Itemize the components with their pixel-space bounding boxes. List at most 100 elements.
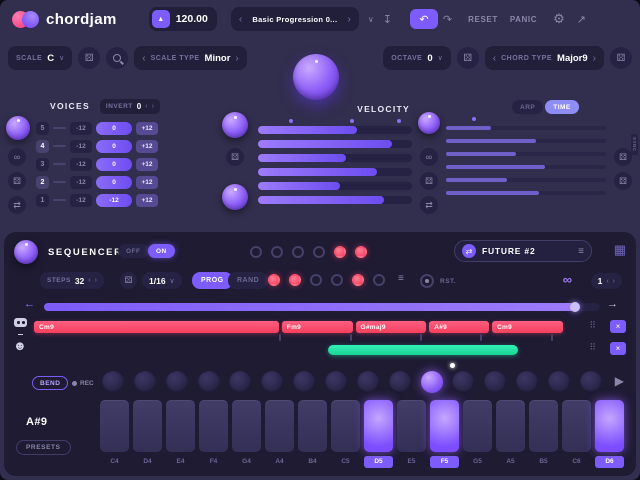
panic-button[interactable]: PANIC <box>510 15 537 24</box>
dice-icon[interactable]: ⚄ <box>8 172 26 190</box>
steps-prev-button[interactable]: ‹ <box>88 277 90 284</box>
invert-stepper[interactable]: INVERT 0 ‹ › <box>99 98 160 114</box>
voice-1-plus-button[interactable]: +12 <box>136 193 158 207</box>
key-A5[interactable] <box>496 400 525 452</box>
key-D6[interactable] <box>595 400 624 452</box>
presets-button[interactable]: PRESETS <box>16 440 71 455</box>
steps-stepper[interactable]: STEPS 32 ‹ › <box>40 272 104 289</box>
step-dot-bottom-3[interactable] <box>310 274 322 286</box>
velocity-slider-3[interactable] <box>258 154 412 162</box>
voice-1-transpose-slider[interactable]: -12 <box>96 193 132 207</box>
time-slider-4[interactable] <box>446 165 606 169</box>
key-C6[interactable] <box>562 400 591 452</box>
voice-1-minus-button[interactable]: -12 <box>70 193 92 207</box>
pad-10[interactable] <box>388 371 411 393</box>
pitch-lane-clear-button[interactable]: × <box>610 342 626 355</box>
scale-dice-icon[interactable]: ⚄ <box>78 47 101 69</box>
redo-button[interactable]: ↷ <box>443 13 452 26</box>
grid-view-icon[interactable]: ▦ <box>614 242 626 258</box>
pad-2[interactable] <box>133 371 156 393</box>
settings-gear-icon[interactable]: ⚙ <box>553 11 565 27</box>
step-dot-bottom-6[interactable] <box>373 274 385 286</box>
search-icon[interactable] <box>106 47 129 69</box>
pad-12[interactable] <box>452 371 475 393</box>
pad-14[interactable] <box>516 371 539 393</box>
step-dot-bottom-2[interactable] <box>289 274 301 286</box>
voice-5-mini-fader[interactable] <box>53 127 66 129</box>
pad-9[interactable] <box>356 371 379 393</box>
key-E4[interactable] <box>166 400 195 452</box>
scale-type-prev-button[interactable]: ‹ <box>142 53 145 64</box>
time-slider-2[interactable] <box>446 139 606 143</box>
pitch-lane-drag-handle[interactable]: ⠿ <box>589 342 596 353</box>
pitch-bar[interactable] <box>327 345 519 355</box>
step-dot-top-4[interactable] <box>313 246 325 258</box>
chord-lane-drag-handle[interactable]: ⠿ <box>589 320 596 331</box>
loop-icon[interactable]: ∞ <box>420 148 438 166</box>
loop-icon[interactable]: ∞ <box>8 148 26 166</box>
velocity-slider-1[interactable] <box>258 126 412 134</box>
velocity-slider-2[interactable] <box>258 140 412 148</box>
pad-1[interactable] <box>102 371 124 393</box>
velocity-dot-1[interactable] <box>288 119 293 123</box>
face-icon[interactable]: ☻ <box>13 338 27 353</box>
voice-2-minus-button[interactable]: -12 <box>70 175 92 189</box>
sequencer-preset[interactable]: ⇄ FUTURE #2 ≡ <box>454 240 592 262</box>
step-dot-top-2[interactable] <box>271 246 283 258</box>
rand-mode-button[interactable]: RAND <box>228 272 269 289</box>
time-button[interactable]: TIME <box>545 100 579 114</box>
left-rail-knob[interactable] <box>6 116 30 140</box>
sequencer-knob[interactable] <box>14 240 38 264</box>
pad-3[interactable] <box>165 371 188 393</box>
seek-back-icon[interactable]: ← <box>24 298 35 310</box>
swap-icon[interactable]: ⇄ <box>8 196 26 214</box>
pitch-lane[interactable] <box>34 345 578 355</box>
voice-3-plus-button[interactable]: +12 <box>136 157 158 171</box>
velocity-slider-5[interactable] <box>258 182 412 190</box>
pad-8[interactable] <box>325 371 348 393</box>
preset-menu-chevron-icon[interactable]: ∨ <box>368 15 374 24</box>
voice-5-minus-button[interactable]: -12 <box>70 121 92 135</box>
dice-icon[interactable]: ⚄ <box>420 172 438 190</box>
key-E5[interactable] <box>397 400 426 452</box>
invert-prev-button[interactable]: ‹ <box>145 103 147 110</box>
repeat-prev-button[interactable]: ‹ <box>606 278 608 285</box>
repeat-next-button[interactable]: › <box>613 278 615 285</box>
velocity-slider-6[interactable] <box>258 196 412 204</box>
scale-type-next-button[interactable]: › <box>235 53 238 64</box>
key-C5[interactable] <box>331 400 360 452</box>
voice-1-mini-fader[interactable] <box>53 199 66 201</box>
velocity-dice-icon[interactable]: ⚄ <box>226 148 244 166</box>
voice-2-plus-button[interactable]: +12 <box>136 175 158 189</box>
key-D4[interactable] <box>133 400 162 452</box>
velocity-dot-2[interactable] <box>350 119 355 123</box>
voice-4-plus-button[interactable]: +12 <box>136 139 158 153</box>
dice-icon[interactable]: ⚄ <box>614 148 632 166</box>
scale-type-selector[interactable]: ‹ SCALE TYPE Minor › <box>134 46 247 70</box>
pad-7[interactable] <box>293 371 316 393</box>
menu-icon[interactable]: ≡ <box>578 246 584 257</box>
preset-next-button[interactable]: › <box>348 14 351 25</box>
swap-icon[interactable]: ⇄ <box>420 196 438 214</box>
key-B5[interactable] <box>529 400 558 452</box>
rate-dropdown[interactable]: 1/16 ∨ <box>142 272 182 289</box>
voice-4-toggle[interactable]: 4 <box>36 139 49 153</box>
key-F5[interactable] <box>430 400 459 452</box>
velocity-slider-4[interactable] <box>258 168 412 176</box>
time-slider-3[interactable] <box>446 152 606 156</box>
voice-3-minus-button[interactable]: -12 <box>70 157 92 171</box>
repeat-stepper[interactable]: 1 ‹ › <box>590 273 622 289</box>
voice-3-toggle[interactable]: 3 <box>36 157 49 171</box>
step-dot-top-5[interactable] <box>334 246 346 258</box>
step-dot-top-1[interactable] <box>250 246 262 258</box>
invert-next-button[interactable]: › <box>152 103 154 110</box>
pad-15[interactable] <box>548 371 571 393</box>
sequence-position-slider[interactable] <box>44 302 600 312</box>
reset-button[interactable]: RESET <box>468 15 498 24</box>
voice-5-transpose-slider[interactable]: 0 <box>96 121 132 135</box>
octave-dice-icon[interactable]: ⚄ <box>456 47 479 69</box>
bpm-control[interactable]: ▲ 120.00 <box>148 7 217 31</box>
resize-icon[interactable]: ↗ <box>577 13 586 26</box>
sequencer-off-button[interactable]: OFF <box>118 244 149 258</box>
key-G4[interactable] <box>232 400 261 452</box>
